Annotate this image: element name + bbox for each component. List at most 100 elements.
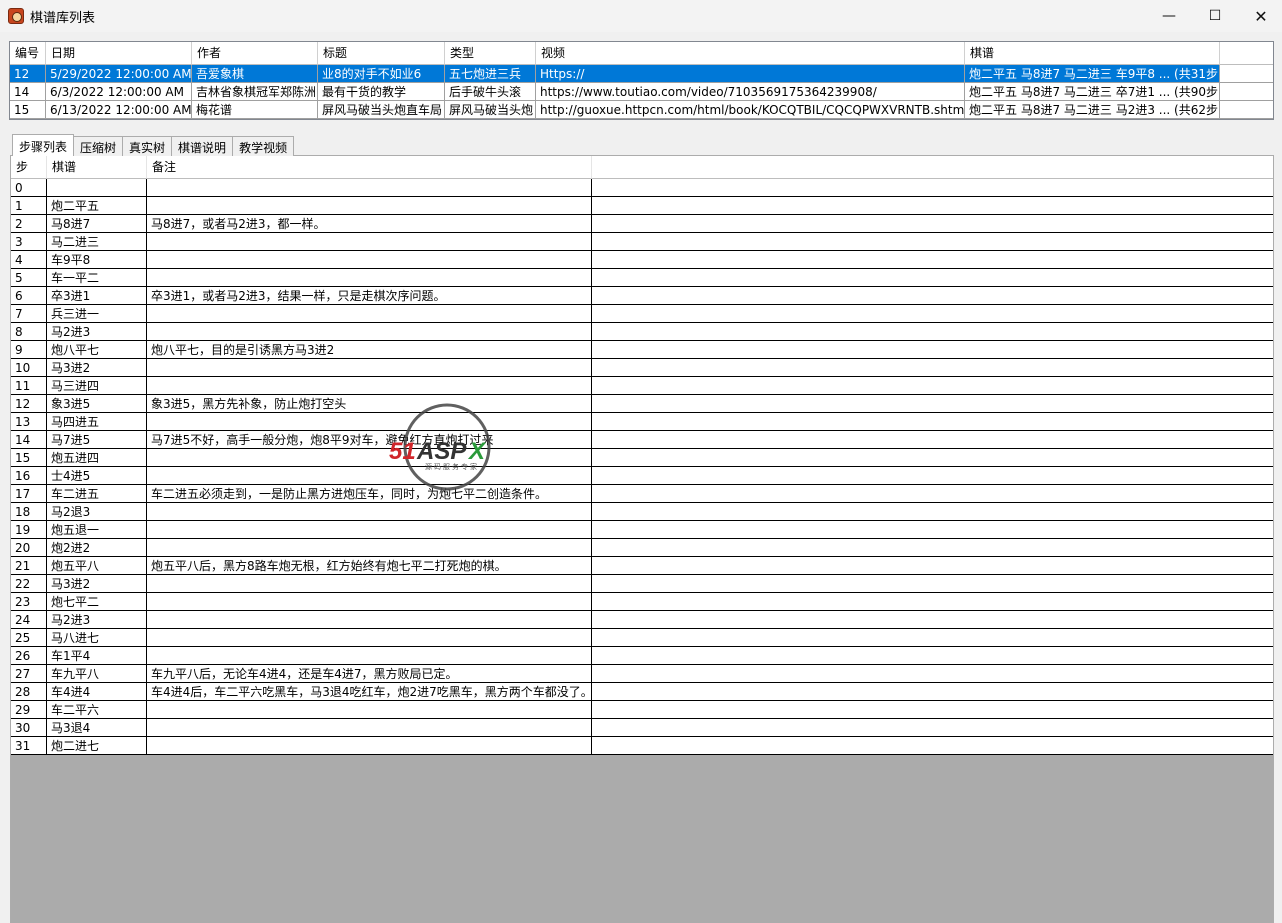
step-cell-note[interactable] (147, 719, 592, 737)
step-row[interactable]: 18 马2退3 (11, 503, 1273, 521)
library-cell-title[interactable]: 业8的对手不如业6 (318, 65, 445, 83)
column-header-move[interactable]: 棋谱 (47, 156, 147, 179)
library-cell-video[interactable]: https://www.toutiao.com/video/7103569175… (536, 83, 965, 101)
close-button[interactable]: ✕ (1238, 0, 1282, 32)
step-row[interactable]: 26 车1平4 (11, 647, 1273, 665)
step-row[interactable]: 21 炮五平八 炮五平八后，黑方8路车炮无根，红方始终有炮七平二打死炮的棋。 (11, 557, 1273, 575)
step-cell-step[interactable]: 27 (11, 665, 47, 683)
library-cell-title[interactable]: 屏风马破当头炮直车局 (318, 101, 445, 119)
step-cell-note[interactable] (147, 575, 592, 593)
step-cell-step[interactable]: 28 (11, 683, 47, 701)
step-cell-move[interactable]: 炮五退一 (47, 521, 147, 539)
minimize-button[interactable]: — (1146, 0, 1192, 32)
step-cell-move[interactable]: 炮2进2 (47, 539, 147, 557)
step-cell-note[interactable]: 炮五平八后，黑方8路车炮无根，红方始终有炮七平二打死炮的棋。 (147, 557, 592, 575)
step-cell-move[interactable]: 炮五进四 (47, 449, 147, 467)
step-row[interactable]: 30 马3退4 (11, 719, 1273, 737)
step-row[interactable]: 23 炮七平二 (11, 593, 1273, 611)
step-cell-move[interactable]: 炮八平七 (47, 341, 147, 359)
step-cell-move[interactable] (47, 179, 147, 197)
tab-game-notes[interactable]: 棋谱说明 (171, 136, 234, 156)
library-cell-author[interactable]: 吾爱象棋 (192, 65, 318, 83)
step-row[interactable]: 28 车4进4 车4进4后，车二平六吃黑车，马3退4吃红车，炮2进7吃黑车，黑方两个… (11, 683, 1273, 701)
step-cell-move[interactable]: 马8进7 (47, 215, 147, 233)
column-header-type[interactable]: 类型 (445, 42, 536, 65)
column-header-video[interactable]: 视频 (536, 42, 965, 65)
step-cell-move[interactable]: 士4进5 (47, 467, 147, 485)
step-row[interactable]: 0 (11, 179, 1273, 197)
maximize-button[interactable]: ☐ (1192, 0, 1238, 32)
step-cell-note[interactable] (147, 251, 592, 269)
step-cell-move[interactable]: 马二进三 (47, 233, 147, 251)
step-cell-move[interactable]: 炮五平八 (47, 557, 147, 575)
tab-real-tree[interactable]: 真实树 (122, 136, 173, 156)
step-cell-note[interactable]: 车4进4后，车二平六吃黑车，马3退4吃红车，炮2进7吃黑车，黑方两个车都没了。 (147, 683, 592, 701)
step-cell-note[interactable] (147, 269, 592, 287)
step-cell-step[interactable]: 5 (11, 269, 47, 287)
step-cell-note[interactable] (147, 737, 592, 755)
column-header-date[interactable]: 日期 (46, 42, 192, 65)
step-cell-move[interactable]: 车九平八 (47, 665, 147, 683)
step-cell-step[interactable]: 23 (11, 593, 47, 611)
step-cell-move[interactable]: 马7进5 (47, 431, 147, 449)
step-cell-note[interactable] (147, 701, 592, 719)
step-cell-step[interactable]: 6 (11, 287, 47, 305)
library-cell-date[interactable]: 6/13/2022 12:00:00 AM (46, 101, 192, 119)
step-cell-step[interactable]: 29 (11, 701, 47, 719)
library-row[interactable]: 15 6/13/2022 12:00:00 AM 梅花谱 屏风马破当头炮直车局 屏风马破… (10, 101, 1273, 119)
step-cell-move[interactable]: 炮二平五 (47, 197, 147, 215)
step-cell-step[interactable]: 2 (11, 215, 47, 233)
step-row[interactable]: 8 马2进3 (11, 323, 1273, 341)
step-cell-move[interactable]: 马八进七 (47, 629, 147, 647)
step-row[interactable]: 16 士4进5 (11, 467, 1273, 485)
step-cell-note[interactable] (147, 359, 592, 377)
tab-steps[interactable]: 步骤列表 (12, 134, 75, 156)
step-row[interactable]: 6 卒3进1 卒3进1，或者马2进3，结果一样，只是走棋次序问题。 (11, 287, 1273, 305)
step-cell-note[interactable] (147, 179, 592, 197)
step-cell-note[interactable] (147, 233, 592, 251)
library-cell-author[interactable]: 梅花谱 (192, 101, 318, 119)
step-row[interactable]: 29 车二平六 (11, 701, 1273, 719)
step-cell-step[interactable]: 17 (11, 485, 47, 503)
step-cell-note[interactable]: 车九平八后，无论车4进4，还是车4进7，黑方败局已定。 (147, 665, 592, 683)
column-header-note[interactable]: 备注 (147, 156, 592, 179)
step-cell-note[interactable]: 卒3进1，或者马2进3，结果一样，只是走棋次序问题。 (147, 287, 592, 305)
step-cell-note[interactable] (147, 197, 592, 215)
step-cell-move[interactable]: 炮七平二 (47, 593, 147, 611)
step-cell-move[interactable]: 卒3进1 (47, 287, 147, 305)
step-cell-step[interactable]: 16 (11, 467, 47, 485)
column-header-moves[interactable]: 棋谱 (965, 42, 1220, 65)
step-cell-step[interactable]: 3 (11, 233, 47, 251)
step-cell-move[interactable]: 车1平4 (47, 647, 147, 665)
step-cell-move[interactable]: 车二平六 (47, 701, 147, 719)
step-cell-move[interactable]: 马四进五 (47, 413, 147, 431)
step-cell-move[interactable]: 车二进五 (47, 485, 147, 503)
step-cell-note[interactable] (147, 611, 592, 629)
step-row[interactable]: 1 炮二平五 (11, 197, 1273, 215)
step-row[interactable]: 15 炮五进四 (11, 449, 1273, 467)
step-cell-move[interactable]: 马3进2 (47, 575, 147, 593)
step-cell-step[interactable]: 10 (11, 359, 47, 377)
step-row[interactable]: 4 车9平8 (11, 251, 1273, 269)
step-cell-step[interactable]: 18 (11, 503, 47, 521)
step-row[interactable]: 7 兵三进一 (11, 305, 1273, 323)
step-cell-note[interactable] (147, 647, 592, 665)
steps-grid[interactable]: 步 棋谱 备注 0 1 炮二平五 2 马8进7 马8进7，或者马2进3，都一样。 3 马二进三… (11, 156, 1273, 923)
library-cell-date[interactable]: 6/3/2022 12:00:00 AM (46, 83, 192, 101)
step-row[interactable]: 27 车九平八 车九平八后，无论车4进4，还是车4进7，黑方败局已定。 (11, 665, 1273, 683)
library-cell-id[interactable]: 15 (10, 101, 46, 119)
step-cell-note[interactable] (147, 323, 592, 341)
step-cell-note[interactable] (147, 503, 592, 521)
step-cell-step[interactable]: 1 (11, 197, 47, 215)
step-cell-step[interactable]: 8 (11, 323, 47, 341)
step-cell-note[interactable]: 马7进5不好，高手一般分炮，炮8平9对车，避免红方直炮打过来 (147, 431, 592, 449)
step-row[interactable]: 22 马3进2 (11, 575, 1273, 593)
step-cell-step[interactable]: 7 (11, 305, 47, 323)
step-cell-note[interactable] (147, 593, 592, 611)
column-header-author[interactable]: 作者 (192, 42, 318, 65)
tab-compressed-tree[interactable]: 压缩树 (73, 136, 124, 156)
library-cell-moves[interactable]: 炮二平五 马8进7 马二进三 卒7进1 ... (共90步) (965, 83, 1220, 101)
step-cell-step[interactable]: 21 (11, 557, 47, 575)
step-row[interactable]: 5 车一平二 (11, 269, 1273, 287)
step-cell-step[interactable]: 25 (11, 629, 47, 647)
